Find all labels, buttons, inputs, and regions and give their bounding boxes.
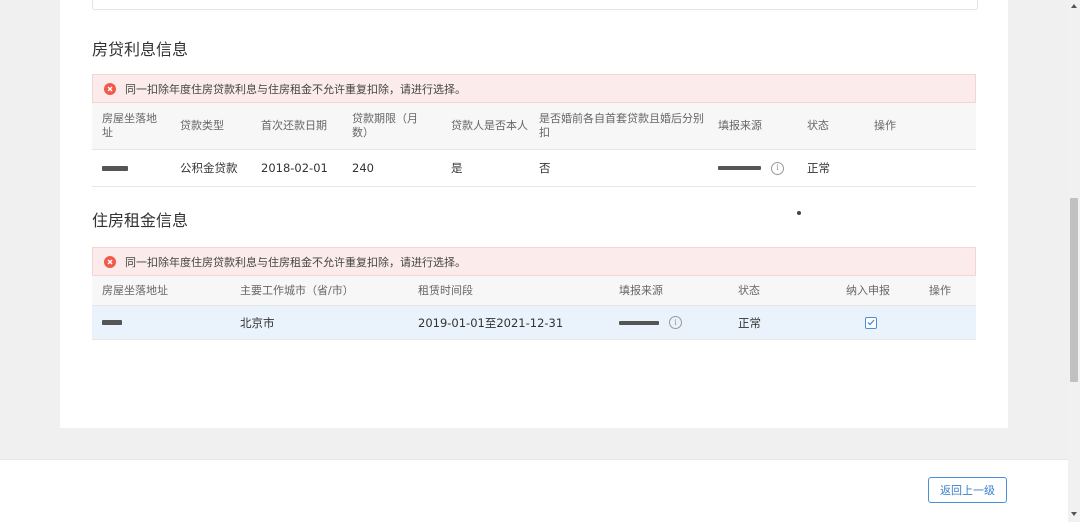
col-address: 房屋坐落地址 <box>102 283 168 297</box>
col-period: 租赁时间段 <box>418 283 473 297</box>
col-source: 填报来源 <box>718 119 762 132</box>
address-masked <box>102 150 164 186</box>
col-included: 纳入申报 <box>846 283 890 297</box>
first-date-value: 2018-02-01 <box>261 161 328 175</box>
col-loan-type: 贷款类型 <box>180 119 224 132</box>
error-circle-icon <box>104 255 116 268</box>
col-action: 操作 <box>929 283 951 297</box>
info-icon[interactable]: i <box>771 161 784 175</box>
table-row[interactable]: 北京市 2019-01-01至2021-12-31 i 正常 <box>92 306 976 340</box>
scroll-up-icon[interactable] <box>1071 4 1077 8</box>
col-first-date: 首次还款日期 <box>261 119 327 132</box>
footer-bar <box>0 459 1068 522</box>
included-cell <box>865 306 895 339</box>
term-value: 240 <box>352 161 374 175</box>
table-row: 公积金贷款 2018-02-01 240 是 否 i 正常 <box>92 150 976 187</box>
city-value: 北京市 <box>240 315 275 330</box>
is-self-value: 是 <box>451 161 463 175</box>
info-icon[interactable]: i <box>669 316 682 329</box>
rent-table: 房屋坐落地址 主要工作城市（省/市） 租赁时间段 填报来源 状态 纳入申报 操作… <box>92 276 976 340</box>
col-city: 主要工作城市（省/市） <box>240 283 354 297</box>
rent-section-title: 住房租金信息 <box>92 211 189 230</box>
rent-table-header: 房屋坐落地址 主要工作城市（省/市） 租赁时间段 填报来源 状态 纳入申报 操作 <box>92 276 976 306</box>
action-cell <box>929 306 969 339</box>
status-value: 正常 <box>807 161 830 175</box>
col-action: 操作 <box>874 119 896 132</box>
col-status: 状态 <box>807 119 829 132</box>
error-circle-icon <box>104 82 116 95</box>
rent-alert: 同一扣除年度住房贷款利息与住房租金不允许重复扣除，请进行选择。 <box>92 247 976 276</box>
checkbox-checked-icon[interactable] <box>865 316 877 329</box>
rent-alert-text: 同一扣除年度住房贷款利息与住房租金不允许重复扣除，请进行选择。 <box>125 255 466 269</box>
col-term: 贷款期限（月数） <box>352 112 418 139</box>
source-value: i <box>718 150 798 186</box>
separate-value: 否 <box>539 161 551 175</box>
status-value: 正常 <box>738 315 761 330</box>
loan-table-header: 房屋坐落地址 贷款类型 首次还款日期 贷款期限（月数） 贷款人是否本人 是否婚前… <box>92 103 976 150</box>
cursor-dot <box>797 211 801 215</box>
col-source: 填报来源 <box>619 283 663 297</box>
scroll-down-icon[interactable] <box>1071 512 1077 516</box>
previous-card <box>92 0 978 10</box>
loan-table: 房屋坐落地址 贷款类型 首次还款日期 贷款期限（月数） 贷款人是否本人 是否婚前… <box>92 103 976 187</box>
period-value: 2019-01-01至2021-12-31 <box>418 315 564 330</box>
loan-alert-text: 同一扣除年度住房贷款利息与住房租金不允许重复扣除，请进行选择。 <box>125 82 466 96</box>
loan-alert: 同一扣除年度住房贷款利息与住房租金不允许重复扣除，请进行选择。 <box>92 74 976 103</box>
loan-type-value: 公积金贷款 <box>180 161 238 175</box>
col-status: 状态 <box>738 283 760 297</box>
col-is-self: 贷款人是否本人 <box>451 119 528 132</box>
scroll-thumb[interactable] <box>1070 198 1078 382</box>
loan-section-title: 房贷利息信息 <box>92 40 189 59</box>
source-value: i <box>619 306 719 339</box>
content-area: 房贷利息信息 同一扣除年度住房贷款利息与住房租金不允许重复扣除，请进行选择。 房… <box>60 0 1008 428</box>
back-button[interactable]: 返回上一级 <box>928 477 1007 503</box>
address-masked <box>102 306 222 339</box>
col-address: 房屋坐落地址 <box>102 112 157 139</box>
vertical-scrollbar[interactable] <box>1068 0 1080 521</box>
action-cell <box>874 150 924 186</box>
col-separate: 是否婚前各自首套贷款且婚后分别扣 <box>539 112 704 139</box>
